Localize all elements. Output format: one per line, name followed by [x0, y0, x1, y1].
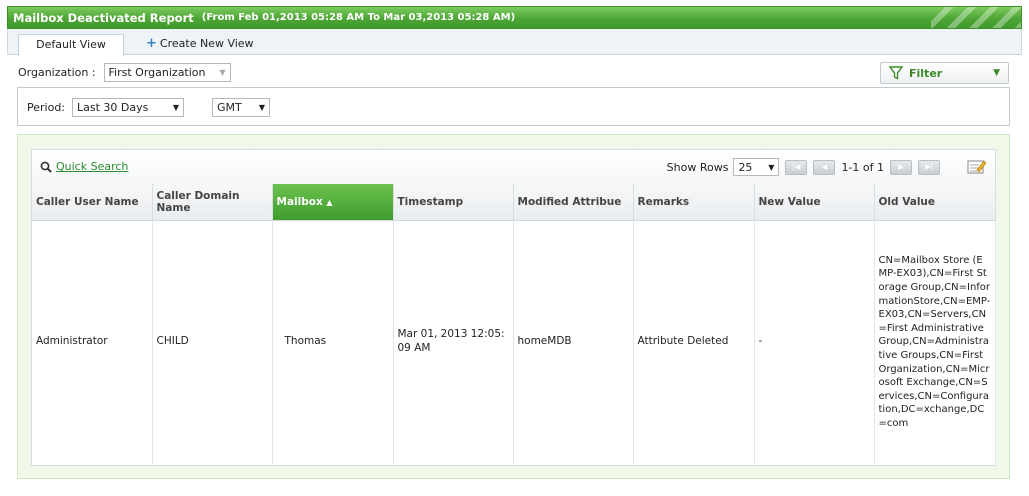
rows-per-page-value: 25 [738, 160, 753, 174]
period-label: Period: [27, 101, 66, 114]
report-date-range: (From Feb 01,2013 05:28 AM To Mar 03,201… [201, 12, 516, 23]
grid-toolbar: Quick Search Show Rows 25 ▼ |◀ ◀ 1-1 of … [32, 150, 995, 184]
page-info: 1-1 of 1 [841, 160, 884, 174]
filter-label: Filter [909, 66, 943, 80]
organization-row: Organization : First Organization ▼ [18, 62, 231, 82]
chevron-down-icon: ▼ [258, 103, 266, 112]
edit-columns-icon[interactable] [967, 159, 987, 175]
table-row[interactable]: Administrator CHILD Thomas Mar 01, 2013 … [32, 220, 996, 464]
column-header-new-value[interactable]: New Value [754, 184, 875, 221]
cell-caller-user-name: Administrator [32, 220, 153, 464]
show-rows-label: Show Rows [666, 160, 729, 174]
create-new-view-link[interactable]: + Create New View [146, 35, 254, 53]
first-page-icon: |◀ [792, 163, 801, 171]
cell-modified-attribute: homeMDB [513, 220, 634, 464]
chevron-down-icon: ▼ [172, 103, 180, 112]
timezone-value: GMT [217, 101, 242, 114]
create-new-view-label: Create New View [159, 37, 254, 50]
timezone-select[interactable]: GMT ▼ [212, 98, 271, 117]
title-decoration [931, 7, 1021, 28]
period-value: Last 30 Days [77, 101, 149, 114]
column-header-mailbox[interactable]: Mailbox ▲ [272, 184, 394, 221]
organization-label: Organization : [18, 65, 96, 79]
filter-button[interactable]: Filter ▼ [880, 62, 1009, 84]
cell-new-value: - [754, 220, 875, 464]
quick-search[interactable]: Quick Search [40, 160, 128, 173]
plus-icon: + [146, 36, 157, 51]
previous-page-icon: ◀ [821, 163, 828, 171]
period-select[interactable]: Last 30 Days ▼ [72, 98, 185, 117]
column-header-mailbox-label: Mailbox [276, 195, 323, 208]
column-header-timestamp[interactable]: Timestamp [393, 184, 514, 221]
chevron-down-icon: ▼ [219, 67, 226, 77]
report-table: Caller User Name Caller Domain Name Mail… [32, 184, 996, 464]
cell-timestamp: Mar 01, 2013 12:05:09 AM [393, 220, 514, 464]
column-header-old-value[interactable]: Old Value [874, 184, 996, 221]
view-tabs: Default View + Create New View [7, 29, 1022, 56]
quick-search-link[interactable]: Quick Search [56, 160, 128, 173]
last-page-icon: ▶| [925, 163, 933, 171]
column-header-caller-domain-name[interactable]: Caller Domain Name [152, 184, 273, 221]
organization-value: First Organization [108, 65, 206, 79]
period-panel: Period: Last 30 Days ▼ GMT ▼ [17, 87, 1010, 126]
report-grid-container: Quick Search Show Rows 25 ▼ |◀ ◀ 1-1 of … [31, 149, 996, 466]
cell-remarks: Attribute Deleted [633, 220, 755, 464]
column-header-caller-user-name[interactable]: Caller User Name [32, 184, 153, 221]
table-header-row: Caller User Name Caller Domain Name Mail… [32, 184, 996, 221]
next-page-icon: ▶ [898, 163, 904, 171]
column-header-modified-attribute[interactable]: Modified Attribue [513, 184, 634, 221]
column-header-remarks[interactable]: Remarks [633, 184, 755, 221]
pager: Show Rows 25 ▼ |◀ ◀ 1-1 of 1 ▶ ▶| [667, 157, 995, 177]
cell-mailbox: Thomas [272, 220, 394, 464]
rows-per-page-select[interactable]: 25 ▼ [733, 158, 780, 176]
search-icon [40, 161, 52, 173]
next-page-button[interactable]: ▶ [890, 159, 912, 175]
first-page-button[interactable]: |◀ [785, 159, 808, 175]
last-page-button[interactable]: ▶| [918, 159, 940, 175]
report-title: Mailbox Deactivated Report [13, 10, 194, 25]
organization-select[interactable]: First Organization ▼ [103, 62, 231, 82]
tab-default-view[interactable]: Default View [18, 34, 124, 56]
chevron-down-icon: ▼ [768, 162, 775, 172]
funnel-icon [889, 66, 903, 80]
cell-caller-domain-name: CHILD [152, 220, 273, 464]
cell-old-value: CN=Mailbox Store (EMP-EX03),CN=First Sto… [874, 220, 996, 464]
chevron-down-icon: ▼ [993, 68, 1000, 78]
previous-page-button[interactable]: ◀ [813, 159, 836, 175]
sort-ascending-icon: ▲ [326, 197, 333, 207]
report-title-bar: Mailbox Deactivated Report (From Feb 01,… [7, 6, 1022, 29]
